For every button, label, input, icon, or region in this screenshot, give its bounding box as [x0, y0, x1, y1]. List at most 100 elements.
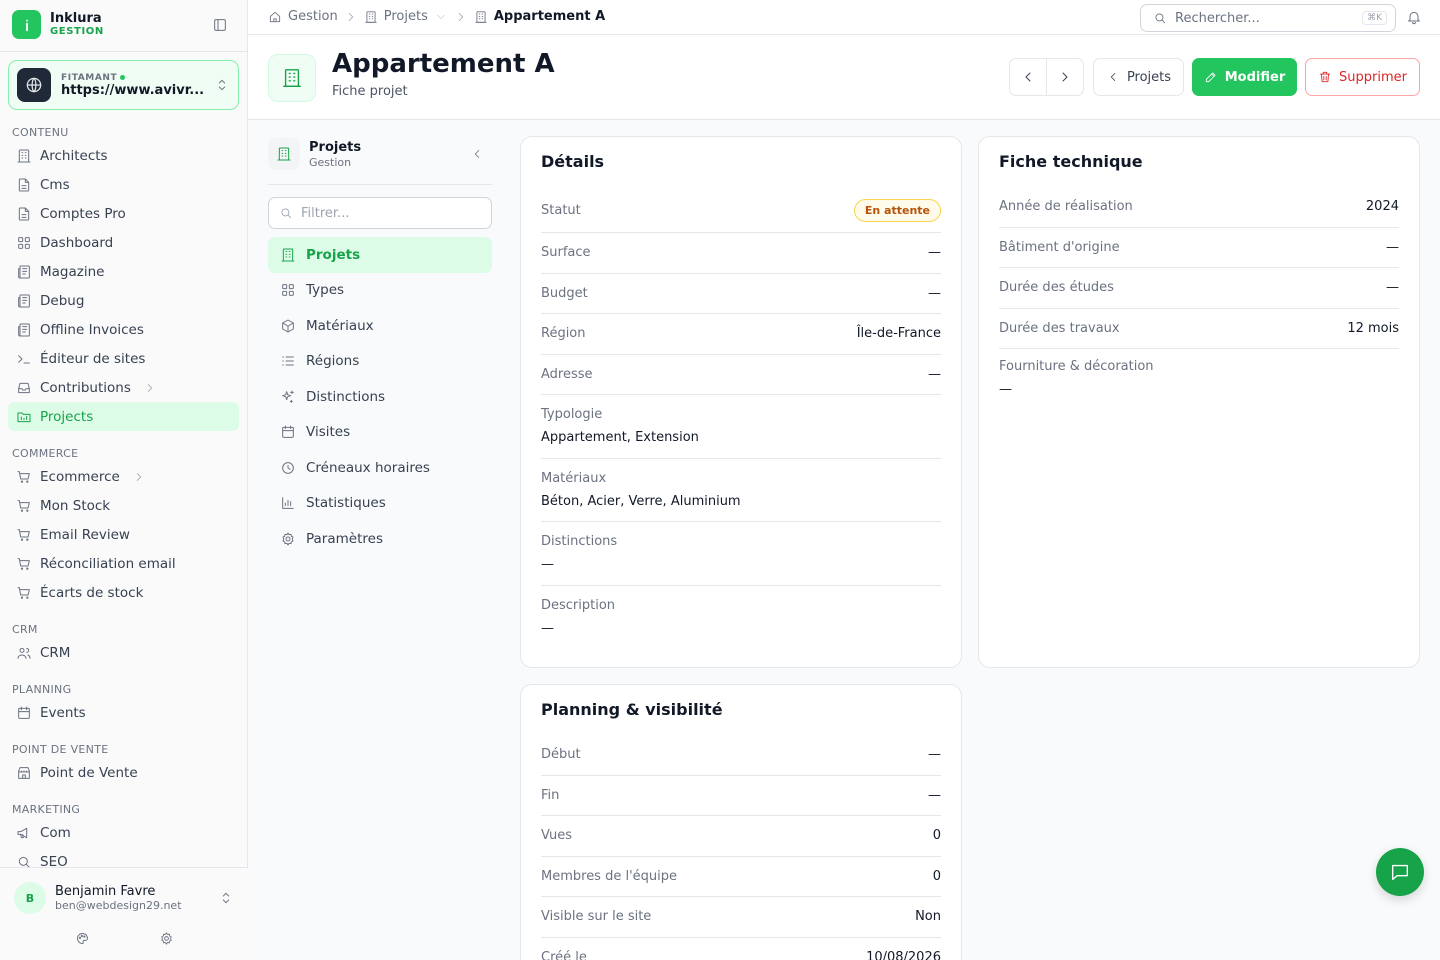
delete-button[interactable]: Supprimer: [1305, 58, 1420, 96]
chevron-down-icon[interactable]: [434, 10, 448, 24]
back-to-projects-button[interactable]: Projets: [1093, 58, 1184, 96]
tech-row-year: Année de réalisation 2024: [999, 187, 1399, 228]
sidebar-item-label: Architects: [40, 147, 108, 164]
previous-button[interactable]: [1010, 59, 1047, 95]
subnav-item-statistiques[interactable]: Statistiques: [268, 486, 492, 522]
collapse-subnav-icon[interactable]: [470, 147, 484, 161]
field-value: —: [1386, 280, 1399, 296]
building-icon: [364, 10, 378, 24]
sidebar-item-architects[interactable]: Architects: [8, 141, 239, 170]
sidebar-item-com[interactable]: Com: [8, 818, 239, 847]
cart-icon: [16, 527, 32, 543]
nav-section-title: CRM: [12, 623, 38, 636]
subnav-item-projets[interactable]: Projets: [268, 237, 492, 273]
workspace-switcher[interactable]: FITAMANT https://www.avivr...: [8, 60, 239, 110]
subnav-item-materiaux[interactable]: Matériaux: [268, 308, 492, 344]
subnav-item-label: Types: [306, 282, 345, 299]
chat-button[interactable]: [1376, 848, 1424, 896]
field-label: Membres de l'équipe: [541, 868, 678, 884]
next-button[interactable]: [1047, 59, 1083, 95]
detail-row-distinctions: Distinctions —: [541, 522, 941, 586]
gear-icon: [280, 531, 296, 547]
planning-row-start: Début —: [541, 735, 941, 776]
search-icon: [279, 206, 293, 220]
tech-row-origin: Bâtiment d'origine —: [999, 228, 1399, 268]
planning-row-team: Membres de l'équipe 0: [541, 857, 941, 897]
breadcrumb-current: Appartement A: [493, 9, 606, 24]
field-value: 10/08/2026: [866, 950, 941, 960]
sidebar-item-comptes-pro[interactable]: Comptes Pro: [8, 199, 239, 228]
bell-icon[interactable]: [1406, 9, 1422, 25]
sidebar-item-email-review[interactable]: Email Review: [8, 520, 239, 549]
newspaper-icon: [16, 264, 32, 280]
subnav-item-parametres[interactable]: Paramètres: [268, 521, 492, 557]
sidebar-item-contributions[interactable]: Contributions: [8, 373, 239, 402]
sidebar-item-label: Éditeur de sites: [40, 350, 146, 367]
sidebar-item-magazine[interactable]: Magazine: [8, 257, 239, 286]
status-badge: En attente: [853, 199, 941, 222]
sidebar-item-ecommerce[interactable]: Ecommerce: [8, 462, 239, 491]
file-icon: [16, 206, 32, 222]
subnav-item-distinctions[interactable]: Distinctions: [268, 379, 492, 415]
user-name: Benjamin Favre: [55, 884, 156, 899]
field-label: Fourniture & décoration: [999, 359, 1154, 374]
home-icon: [268, 10, 282, 24]
chevron-right-icon: [454, 10, 468, 24]
chat-icon: [1389, 861, 1411, 883]
filter-placeholder: Filtrer...: [301, 205, 350, 221]
edit-button[interactable]: Modifier: [1192, 58, 1297, 96]
gear-icon[interactable]: [159, 931, 174, 946]
detail-row-address: Adresse —: [541, 355, 941, 395]
sidebar-item-events[interactable]: Events: [8, 698, 239, 727]
field-label: Vues: [541, 828, 573, 844]
sidebar-item-cms[interactable]: Cms: [8, 170, 239, 199]
search-placeholder: Rechercher...: [1175, 10, 1260, 26]
sidebar-item-dashboard[interactable]: Dashboard: [8, 228, 239, 257]
chevron-left-icon: [1020, 69, 1036, 85]
nav-section-title: PLANNING: [12, 683, 72, 696]
search-input[interactable]: Rechercher... ⌘K: [1140, 4, 1396, 32]
sidebar-item-projects[interactable]: Projects: [8, 402, 239, 431]
field-value: —: [928, 366, 941, 382]
sidebar-item-label: Point de Vente: [40, 764, 138, 781]
field-value: —: [1386, 239, 1399, 255]
card-title: Planning & visibilité: [541, 700, 723, 719]
delete-button-label: Supprimer: [1339, 69, 1407, 85]
field-value: 12 mois: [1347, 320, 1399, 336]
sidebar-item-mon-stock[interactable]: Mon Stock: [8, 491, 239, 520]
bar-chart-icon: [280, 495, 296, 511]
field-label: Adresse: [541, 366, 593, 382]
sidebar-item-debug[interactable]: Debug: [8, 286, 239, 315]
subnav-item-creneaux[interactable]: Créneaux horaires: [268, 450, 492, 486]
subnav-item-regions[interactable]: Régions: [268, 344, 492, 380]
sidebar-item-reconciliation-email[interactable]: Réconciliation email: [8, 549, 239, 578]
filter-input[interactable]: Filtrer...: [268, 197, 492, 229]
breadcrumb-section[interactable]: Projets: [384, 9, 428, 24]
building-icon: [16, 148, 32, 164]
sidebar-item-point-de-vente[interactable]: Point de Vente: [8, 758, 239, 787]
sidebar-item-stock-gaps[interactable]: Écarts de stock: [8, 578, 239, 607]
workspace-label: FITAMANT: [61, 72, 118, 83]
store-icon: [16, 765, 32, 781]
box-icon: [280, 318, 296, 334]
sidebar-item-label: SEO: [40, 853, 68, 868]
sidebar-item-label: Events: [40, 704, 86, 721]
sidebar-item-site-editor[interactable]: Éditeur de sites: [8, 344, 239, 373]
status-dot: [120, 75, 126, 80]
planning-card: Planning & visibilité Début — Fin — Vues 0 …: [520, 684, 962, 960]
breadcrumb-home[interactable]: Gestion: [288, 9, 338, 24]
user-menu[interactable]: B Benjamin Favre ben@webdesign29.net: [14, 882, 234, 914]
brand[interactable]: Inklura GESTION: [12, 10, 104, 39]
palette-icon[interactable]: [75, 931, 90, 946]
sidebar-item-seo[interactable]: SEO: [8, 847, 239, 867]
subnav-item-types[interactable]: Types: [268, 273, 492, 309]
sidebar-item-label: Ecommerce: [40, 468, 120, 485]
sidebar-item-offline-invoices[interactable]: Offline Invoices: [8, 315, 239, 344]
field-value: Béton, Acier, Verre, Aluminium: [541, 493, 741, 509]
sidebar-item-crm[interactable]: CRM: [8, 638, 239, 667]
newspaper-icon: [16, 322, 32, 338]
sidebar-toggle-icon[interactable]: [212, 17, 228, 33]
workspace-url: https://www.avivr...: [61, 82, 205, 98]
subnav-item-visites[interactable]: Visites: [268, 415, 492, 451]
chevron-updown-icon: [214, 77, 230, 93]
